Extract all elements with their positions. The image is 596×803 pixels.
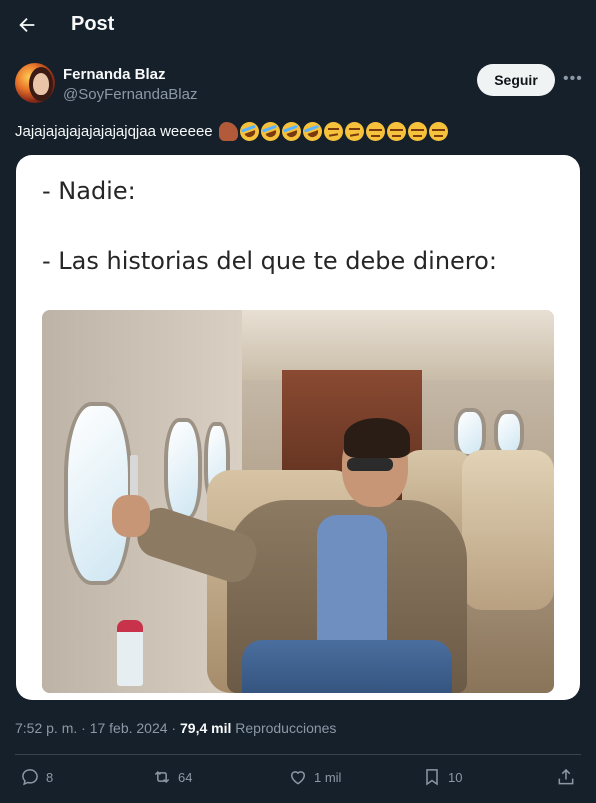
meme-caption-line-1: - Nadie: — [42, 177, 136, 205]
rofl-emoji — [236, 119, 262, 144]
repost-button[interactable]: 64 — [152, 767, 192, 787]
unamused-emoji — [428, 122, 448, 141]
divider — [15, 754, 581, 755]
repost-count: 64 — [178, 769, 193, 785]
rofl-emoji — [257, 119, 283, 144]
like-count: 1 mil — [314, 769, 342, 785]
unamused-emoji — [407, 122, 427, 141]
bookmark-count: 10 — [448, 769, 463, 785]
author-name[interactable]: Fernanda Blaz — [63, 66, 166, 83]
raised-eyebrow-emoji — [323, 122, 343, 141]
more-options-icon[interactable]: ••• — [563, 70, 583, 88]
meme-photo — [42, 310, 554, 693]
horse-icon — [218, 122, 238, 141]
bookmark-icon — [426, 769, 438, 786]
unamused-emoji — [386, 122, 406, 141]
views-count: 79,4 mil — [180, 720, 232, 736]
rofl-emoji — [299, 119, 325, 144]
share-button[interactable] — [556, 767, 576, 787]
action-bar: 8 64 1 mil 10 — [0, 762, 596, 794]
avatar[interactable] — [15, 63, 55, 103]
follow-button[interactable]: Seguir — [477, 64, 555, 96]
page-title: Post — [71, 13, 115, 35]
views-label: Reproducciones — [231, 720, 337, 736]
tweet-media[interactable]: - Nadie: - Las historias del que te debe… — [16, 155, 580, 700]
author-handle[interactable]: @SoyFernandaBlaz — [63, 86, 197, 103]
tweet-text-row: Jajajajajajajajajajqjaa weeeee — [15, 119, 448, 144]
repost-icon — [154, 770, 170, 784]
meme-caption-line-2: - Las historias del que te debe dinero: — [42, 247, 497, 275]
rofl-emoji — [278, 119, 304, 144]
emoji-group — [218, 119, 448, 144]
heart-icon — [290, 771, 306, 785]
tweet-meta: 7:52 p. m. · 17 feb. 2024 · 79,4 mil Rep… — [15, 720, 336, 736]
timestamp[interactable]: 7:52 p. m. · 17 feb. 2024 · — [15, 720, 180, 736]
raised-eyebrow-emoji — [344, 122, 364, 141]
tweet-text: Jajajajajajajajajajqjaa weeeee — [15, 123, 213, 140]
reply-count: 8 — [46, 769, 54, 785]
reply-button[interactable]: 8 — [20, 767, 53, 787]
back-arrow-icon[interactable] — [14, 12, 40, 38]
share-icon — [558, 768, 574, 785]
unamused-emoji — [365, 122, 385, 141]
reply-icon — [22, 769, 38, 786]
bookmark-button[interactable]: 10 — [422, 767, 462, 787]
top-bar: Post — [0, 0, 596, 52]
like-button[interactable]: 1 mil — [288, 767, 341, 787]
